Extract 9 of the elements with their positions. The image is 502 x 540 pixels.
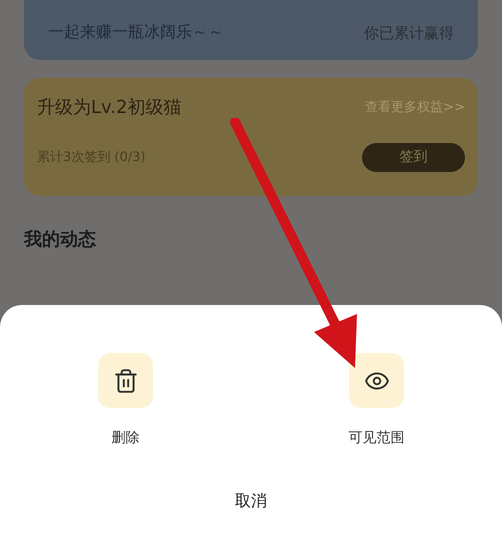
trash-icon [112,368,138,394]
level-title: 升级为Lv.2初级猫 [37,96,182,120]
section-title: 我的动态 [24,229,96,250]
cancel-button[interactable]: 取消 [235,489,267,513]
check-in-button[interactable]: 签到 [362,143,465,172]
action-button[interactable] [98,353,153,408]
action-label: 删除 [112,429,140,448]
action-button[interactable] [349,353,404,408]
action-label: 可见范围 [348,429,404,448]
